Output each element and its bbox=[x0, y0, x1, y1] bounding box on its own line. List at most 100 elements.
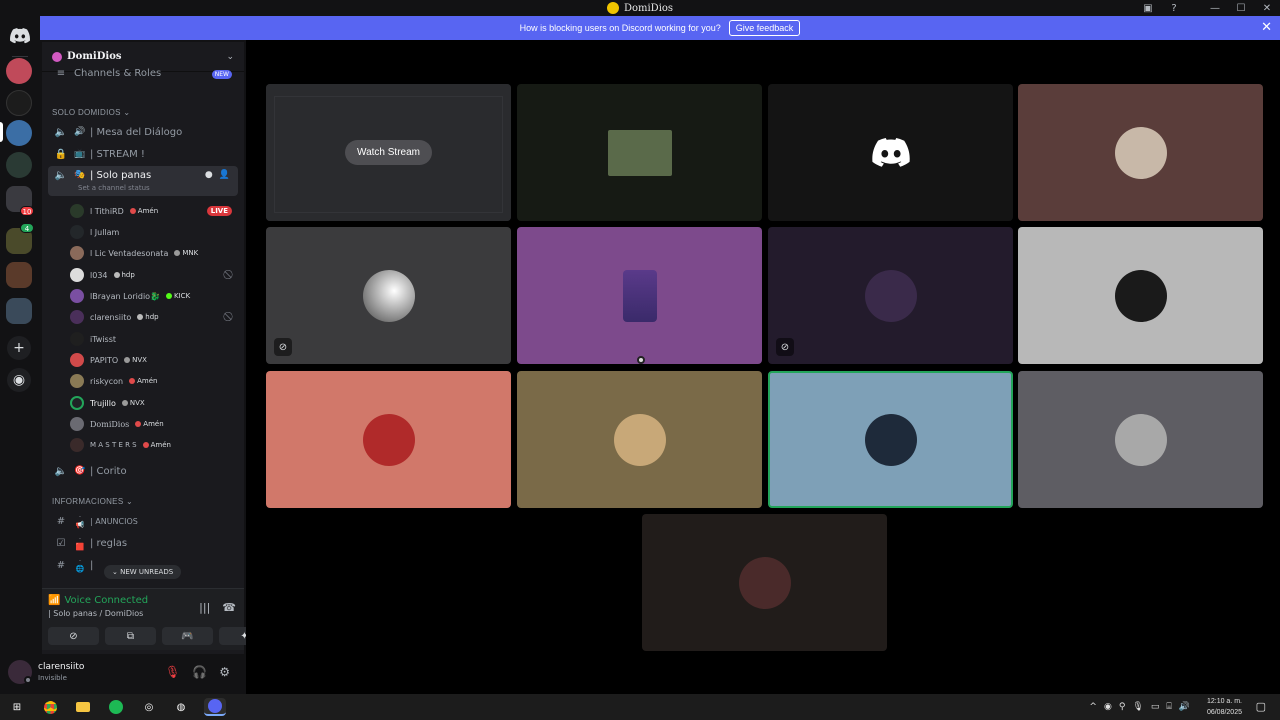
noise-suppression-icon[interactable]: ||| bbox=[199, 601, 210, 614]
voice-user[interactable]: M A S T E R S Amén bbox=[70, 436, 238, 454]
user-tag: KICK bbox=[166, 292, 190, 300]
spotify-icon[interactable] bbox=[107, 698, 125, 716]
voice-user[interactable]: clarensiito hdp ⃠ bbox=[70, 308, 238, 326]
participant-tile[interactable] bbox=[642, 514, 887, 651]
inbox-icon[interactable]: ▣ bbox=[1142, 2, 1154, 14]
network-icon[interactable]: ⌸ bbox=[1166, 702, 1171, 712]
text-channel-anuncios[interactable]: # · 📢 | ANUNCIOS bbox=[48, 511, 238, 531]
app-icon-5[interactable]: ◍ bbox=[172, 698, 190, 716]
discord-taskbar-icon[interactable] bbox=[204, 698, 226, 716]
status-indicator bbox=[24, 676, 32, 684]
chevron-up-icon[interactable]: ^ bbox=[1089, 702, 1097, 712]
voice-user[interactable]: l034 hdp ⃠ bbox=[70, 266, 238, 284]
os-taskbar: ⊞ ◎ ◍ ^ ◉ ⚲ 🎙 ▭ ⌸ 🔊 12:10 a. m. 06/08/20… bbox=[0, 694, 1280, 720]
channel-emoji-icon: · 🌐 bbox=[75, 557, 85, 573]
category-solo-domidios[interactable]: SOLO DOMIDIOS ⌄ bbox=[52, 108, 130, 117]
discord-default-avatar-icon bbox=[871, 137, 910, 167]
voice-user[interactable]: l Lic Ventadesonata MNK bbox=[70, 244, 238, 262]
mic-icon[interactable]: 🎙 bbox=[1132, 702, 1143, 712]
mic-muted-icon[interactable]: 🎙 bbox=[165, 665, 180, 679]
server-badge-icon bbox=[52, 51, 62, 62]
participant-tile[interactable] bbox=[1018, 371, 1263, 508]
server-icon-domidios[interactable] bbox=[6, 120, 32, 146]
file-explorer-icon[interactable] bbox=[74, 698, 92, 716]
stream-tile[interactable]: Watch Stream bbox=[266, 84, 511, 221]
participant-tile[interactable] bbox=[1018, 227, 1263, 364]
server-folder-3[interactable] bbox=[6, 262, 32, 288]
voice-user[interactable]: iTwisst bbox=[70, 330, 238, 348]
participant-avatar bbox=[1114, 413, 1167, 466]
maximize-button[interactable]: ☐ bbox=[1228, 0, 1254, 16]
voice-user[interactable]: PAPITO NVX bbox=[70, 351, 238, 369]
new-unreads-label: NEW UNREADS bbox=[120, 568, 174, 576]
chat-icon[interactable]: ● bbox=[205, 170, 213, 180]
voice-channel-solo-panas[interactable]: 🔈 🎭 | Solo panas ● 👤 Set a channel statu… bbox=[48, 166, 238, 196]
channels-roles-item[interactable]: ≡ Channels & Roles NEW bbox=[48, 66, 238, 80]
disconnect-icon[interactable]: ☎ bbox=[222, 601, 236, 614]
participant-tile-speaking[interactable] bbox=[768, 371, 1013, 508]
lock-icon: 🔒 bbox=[54, 148, 68, 160]
vpn-icon[interactable]: ⚲ bbox=[1119, 702, 1126, 712]
discord-home-button[interactable] bbox=[6, 22, 34, 50]
banner-close-icon[interactable]: ✕ bbox=[1261, 20, 1272, 35]
participant-tile[interactable]: ⊘ bbox=[266, 227, 511, 364]
participant-tile[interactable] bbox=[1018, 84, 1263, 221]
voice-user[interactable]: l Jullam bbox=[70, 223, 238, 241]
voice-channel-corito[interactable]: 🔈 🎯 | Corito bbox=[48, 461, 238, 481]
record-icon[interactable]: ◉ bbox=[1104, 702, 1112, 712]
voice-user-name: l Jullam bbox=[90, 227, 120, 237]
minimize-button[interactable]: — bbox=[1202, 0, 1228, 16]
participant-avatar bbox=[864, 413, 917, 466]
channel-emoji-icon: 🔊 bbox=[74, 127, 86, 137]
participant-tile[interactable] bbox=[517, 84, 762, 221]
notifications-icon[interactable]: ▢ bbox=[1256, 700, 1266, 713]
gear-icon[interactable]: ⚙ bbox=[219, 665, 230, 679]
display-icon[interactable]: ▭ bbox=[1151, 702, 1160, 712]
participant-tile[interactable] bbox=[517, 227, 762, 364]
camera-off-button[interactable]: ⊘ bbox=[48, 627, 99, 645]
user-name[interactable]: clarensiito bbox=[38, 662, 84, 672]
give-feedback-button[interactable]: Give feedback bbox=[728, 20, 801, 36]
server-icon-1[interactable] bbox=[6, 58, 32, 84]
participant-tile[interactable] bbox=[266, 371, 511, 508]
clock[interactable]: 12:10 a. m. 06/08/2025 bbox=[1207, 696, 1242, 718]
voice-status[interactable]: 📶 Voice Connected bbox=[48, 595, 148, 606]
voice-user[interactable]: DomiDios Amén bbox=[70, 415, 238, 433]
invite-icon[interactable]: 👤 bbox=[219, 170, 230, 180]
headphones-icon[interactable]: 🎧 bbox=[192, 665, 207, 679]
new-unreads-pill[interactable]: ⌄ NEW UNREADS bbox=[104, 565, 182, 579]
server-rail: 10 4 + ◉ bbox=[0, 16, 40, 694]
server-folder-4[interactable] bbox=[6, 298, 32, 324]
voice-user[interactable]: lBrayan Loridio🐉 KICK bbox=[70, 287, 238, 305]
participant-tile[interactable] bbox=[768, 84, 1013, 221]
channel-label: | Corito bbox=[90, 465, 127, 477]
participant-tile[interactable]: ⊘ bbox=[768, 227, 1013, 364]
watch-stream-button[interactable]: Watch Stream bbox=[345, 140, 432, 165]
voice-channel-mesa[interactable]: 🔈 🔊 | Mesa del Diálogo bbox=[48, 122, 238, 142]
chrome-icon[interactable] bbox=[41, 698, 59, 716]
voice-channel-stream[interactable]: 🔒 📺 | STREAM ! bbox=[48, 144, 238, 164]
explore-icon[interactable]: ◉ bbox=[7, 368, 31, 392]
text-channel-reglas[interactable]: ☑ · 🟥 | reglas bbox=[48, 533, 238, 553]
participant-tile[interactable] bbox=[517, 371, 762, 508]
server-icon-4[interactable] bbox=[6, 152, 32, 178]
voice-user[interactable]: l TithiRD Amén LIVE bbox=[70, 202, 238, 220]
app-icon-4[interactable]: ◎ bbox=[140, 698, 158, 716]
voice-channel-path[interactable]: | Solo panas / DomiDios bbox=[48, 609, 143, 618]
app-icon bbox=[606, 2, 619, 14]
category-informaciones[interactable]: INFORMACIONES ⌄ bbox=[52, 497, 133, 506]
close-window-button[interactable]: ✕ bbox=[1254, 0, 1280, 16]
server-icon-2[interactable] bbox=[6, 90, 32, 116]
add-server-icon[interactable]: + bbox=[7, 336, 31, 360]
voice-user-name: clarensiito bbox=[90, 312, 132, 322]
voice-user-name: lBrayan Loridio🐉 bbox=[90, 291, 161, 301]
channel-status-hint[interactable]: Set a channel status bbox=[78, 184, 150, 192]
activities-button[interactable]: 🎮 bbox=[162, 627, 213, 645]
help-icon[interactable]: ? bbox=[1168, 2, 1180, 14]
avatar-speaking bbox=[70, 396, 84, 410]
share-screen-button[interactable]: ⧉ bbox=[105, 627, 156, 645]
volume-icon[interactable]: 🔊 bbox=[1179, 702, 1190, 712]
start-icon[interactable]: ⊞ bbox=[8, 698, 26, 716]
voice-user[interactable]: riskycon Amén bbox=[70, 372, 238, 390]
voice-user[interactable]: Trujillo NVX bbox=[70, 394, 238, 412]
